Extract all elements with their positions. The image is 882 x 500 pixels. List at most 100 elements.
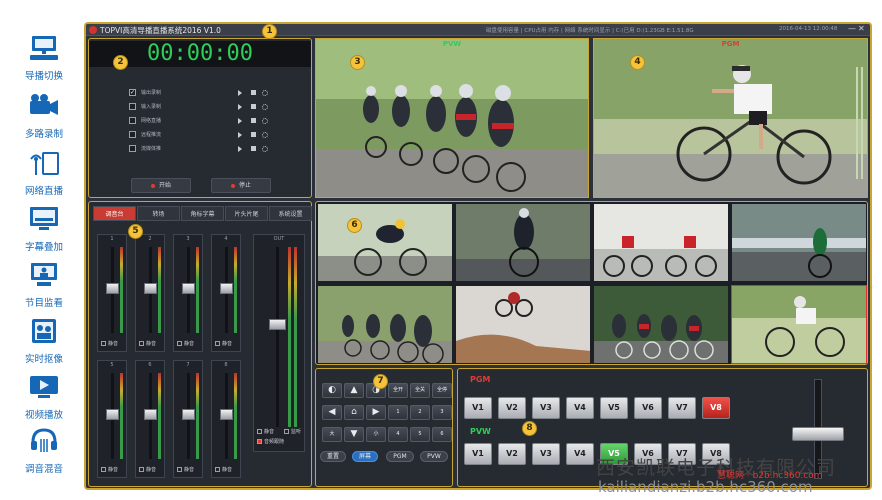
tab-intro-outro[interactable]: 片头片尾 bbox=[225, 206, 268, 221]
pgm-source-button-active[interactable]: V8 bbox=[702, 397, 730, 419]
sidebar-item-monitoring[interactable]: 节目监看 bbox=[12, 262, 76, 309]
stop-icon[interactable] bbox=[251, 132, 256, 137]
source-thumbnail[interactable] bbox=[317, 203, 453, 282]
ptz-key[interactable]: 全开 bbox=[388, 383, 408, 398]
ptz-right-key[interactable]: ▶ bbox=[366, 405, 386, 420]
pvw-assign-button[interactable]: PVW bbox=[420, 451, 448, 462]
preset-key[interactable]: 5 bbox=[410, 427, 430, 442]
tab-audio-mixer[interactable]: 调音台 bbox=[93, 206, 136, 221]
pvw-source-button[interactable]: V2 bbox=[498, 443, 526, 465]
source-thumbnail[interactable] bbox=[455, 285, 591, 364]
source-thumbnail[interactable] bbox=[731, 203, 867, 282]
pgm-source-button[interactable]: V1 bbox=[464, 397, 492, 419]
channel-fader-knob[interactable] bbox=[220, 409, 233, 420]
preset-key[interactable]: 2 bbox=[410, 405, 430, 420]
zoom-out-key[interactable]: 小 bbox=[366, 427, 386, 442]
master-fader-knob[interactable] bbox=[269, 319, 286, 330]
zoom-in-key[interactable]: 大 bbox=[322, 427, 342, 442]
record-option-row[interactable]: 输入录制 bbox=[129, 103, 269, 112]
sidebar-item-playback[interactable]: 视频播放 bbox=[12, 374, 76, 421]
sidebar-item-subtitles[interactable]: 字幕叠加 bbox=[12, 206, 76, 253]
audio-follow-toggle[interactable]: 音频跟随 bbox=[257, 438, 284, 445]
ptz-left-key[interactable]: ◀ bbox=[322, 405, 342, 420]
ptz-up-key[interactable]: ▲ bbox=[344, 383, 364, 398]
pgm-source-button[interactable]: V4 bbox=[566, 397, 594, 419]
record-option-row[interactable]: ✓ 输出录制 bbox=[129, 89, 269, 98]
t-bar-handle[interactable] bbox=[792, 427, 844, 441]
channel-fader-knob[interactable] bbox=[182, 409, 195, 420]
reset-button[interactable]: 重置 bbox=[320, 451, 346, 462]
pvw-source-button[interactable]: V4 bbox=[566, 443, 594, 465]
channel-fader-knob[interactable] bbox=[144, 409, 157, 420]
settings-icon[interactable] bbox=[262, 132, 268, 138]
minimize-button[interactable]: — bbox=[848, 24, 856, 33]
source-thumbnail[interactable] bbox=[593, 285, 729, 364]
tab-logo-subtitle[interactable]: 角标字幕 bbox=[181, 206, 224, 221]
source-thumbnail[interactable] bbox=[317, 285, 453, 364]
mute-toggle[interactable]: 静音 bbox=[139, 466, 156, 473]
source-thumbnail-on-air[interactable] bbox=[731, 285, 867, 364]
preset-key[interactable]: 1 bbox=[388, 405, 408, 420]
record-option-checkbox[interactable] bbox=[129, 117, 136, 124]
channel-fader-knob[interactable] bbox=[144, 283, 157, 294]
close-button[interactable]: ✕ bbox=[858, 24, 865, 33]
record-option-row[interactable]: 网络直播 bbox=[129, 117, 269, 126]
sidebar-item-streaming[interactable]: 网络直播 bbox=[12, 150, 76, 197]
channel-fader-knob[interactable] bbox=[106, 283, 119, 294]
sidebar-item-chroma-key[interactable]: 实时抠像 bbox=[12, 318, 76, 365]
play-icon[interactable] bbox=[238, 90, 242, 96]
start-record-button[interactable]: 开始 bbox=[131, 178, 191, 193]
mute-toggle[interactable]: 静音 bbox=[101, 340, 118, 347]
preset-key[interactable]: 3 bbox=[432, 405, 452, 420]
mute-toggle[interactable]: 静音 bbox=[139, 340, 156, 347]
channel-fader-knob[interactable] bbox=[220, 283, 233, 294]
master-mute-toggle[interactable]: 静音 bbox=[257, 428, 274, 435]
pvw-source-button[interactable]: V1 bbox=[464, 443, 492, 465]
record-option-row[interactable]: 流媒体推 bbox=[129, 145, 269, 154]
pvw-source-button[interactable]: V3 bbox=[532, 443, 560, 465]
channel-fader-knob[interactable] bbox=[182, 283, 195, 294]
pgm-source-button[interactable]: V3 bbox=[532, 397, 560, 419]
source-thumbnail[interactable] bbox=[455, 203, 591, 282]
play-icon[interactable] bbox=[238, 104, 242, 110]
record-option-checkbox[interactable] bbox=[129, 145, 136, 152]
sidebar-item-recording[interactable]: 多路录制 bbox=[12, 93, 76, 140]
pgm-source-button[interactable]: V5 bbox=[600, 397, 628, 419]
settings-icon[interactable] bbox=[262, 146, 268, 152]
ptz-key[interactable]: 全关 bbox=[410, 383, 430, 398]
settings-icon[interactable] bbox=[262, 104, 268, 110]
stop-record-button[interactable]: 停止 bbox=[211, 178, 271, 193]
play-icon[interactable] bbox=[238, 118, 242, 124]
sidebar-item-audio-mixing[interactable]: 调音混音 bbox=[12, 428, 76, 475]
preset-key[interactable]: 6 bbox=[432, 427, 452, 442]
stop-icon[interactable] bbox=[251, 90, 256, 95]
tab-transition[interactable]: 转场 bbox=[137, 206, 180, 221]
mute-toggle[interactable]: 静音 bbox=[177, 466, 194, 473]
mute-toggle[interactable]: 静音 bbox=[215, 466, 232, 473]
pgm-source-button[interactable]: V6 bbox=[634, 397, 662, 419]
play-icon[interactable] bbox=[238, 132, 242, 138]
screen-button[interactable]: 屏幕 bbox=[352, 451, 378, 462]
ptz-key[interactable]: ◐ bbox=[322, 383, 342, 398]
stop-icon[interactable] bbox=[251, 104, 256, 109]
settings-icon[interactable] bbox=[262, 118, 268, 124]
mute-toggle[interactable]: 静音 bbox=[215, 340, 232, 347]
record-option-row[interactable]: 远程推流 bbox=[129, 131, 269, 140]
mute-toggle[interactable]: 静音 bbox=[101, 466, 118, 473]
mute-toggle[interactable]: 静音 bbox=[177, 340, 194, 347]
sidebar-item-switching[interactable]: 导播切换 bbox=[12, 35, 76, 82]
tab-system-settings[interactable]: 系统设置 bbox=[269, 206, 312, 221]
master-monitor-toggle[interactable]: 监听 bbox=[284, 428, 301, 435]
record-option-checkbox[interactable] bbox=[129, 131, 136, 138]
pgm-source-button[interactable]: V7 bbox=[668, 397, 696, 419]
pgm-assign-button[interactable]: PGM bbox=[386, 451, 414, 462]
stop-icon[interactable] bbox=[251, 118, 256, 123]
stop-icon[interactable] bbox=[251, 146, 256, 151]
ptz-key[interactable]: 全停 bbox=[432, 383, 452, 398]
ptz-down-key[interactable]: ▼ bbox=[344, 427, 364, 442]
source-thumbnail[interactable] bbox=[593, 203, 729, 282]
settings-icon[interactable] bbox=[262, 90, 268, 96]
record-option-checkbox[interactable] bbox=[129, 103, 136, 110]
preset-key[interactable]: 4 bbox=[388, 427, 408, 442]
pgm-source-button[interactable]: V2 bbox=[498, 397, 526, 419]
